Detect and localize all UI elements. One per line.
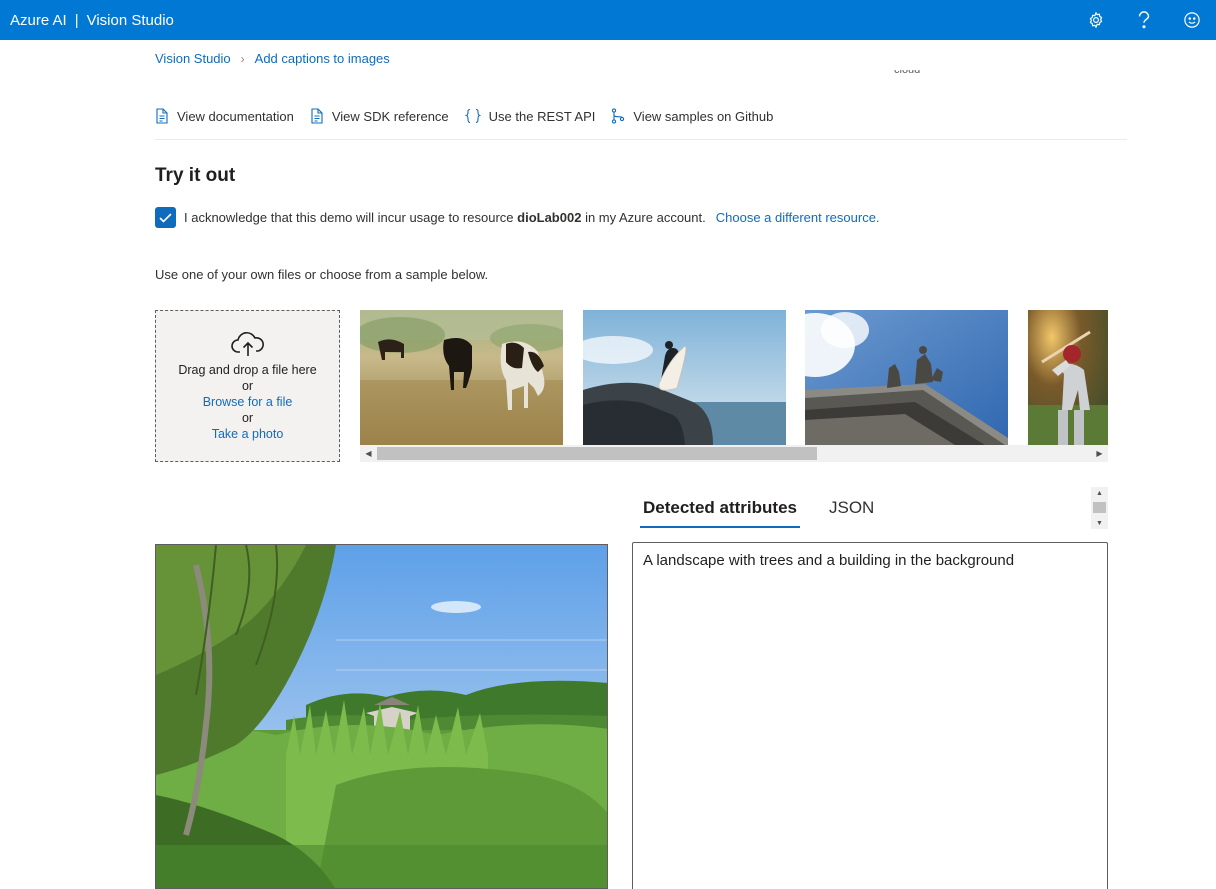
checkmark-icon (159, 212, 172, 223)
brand-name: Azure AI (10, 11, 67, 29)
take-photo-link[interactable]: Take a photo (212, 426, 284, 442)
cutoff-text: cloud (894, 70, 921, 76)
use-rest-api-link[interactable]: Use the REST API (464, 108, 596, 124)
scroll-up-icon[interactable]: ▲ (1091, 487, 1108, 499)
breadcrumb-current[interactable]: Add captions to images (255, 51, 390, 66)
browse-file-link[interactable]: Browse for a file (203, 394, 293, 410)
divider (155, 139, 1127, 140)
tab-json[interactable]: JSON (826, 496, 877, 528)
acknowledge-prefix: I acknowledge that this demo will incur … (184, 210, 514, 225)
sample-image-cows[interactable] (360, 310, 563, 445)
file-drop-zone[interactable]: Drag and drop a file here or Browse for … (155, 310, 340, 462)
help-icon[interactable] (1120, 0, 1168, 40)
settings-icon[interactable] (1072, 0, 1120, 40)
acknowledge-checkbox[interactable] (155, 207, 176, 228)
feedback-smiley-icon[interactable] (1168, 0, 1216, 40)
sample-gallery-scrollbar[interactable]: ◀ ▶ (360, 445, 1108, 462)
product-name: Vision Studio (86, 11, 174, 29)
cloud-upload-icon (230, 332, 264, 356)
brand-separator: | (74, 11, 79, 29)
sample-image-building[interactable] (805, 310, 1008, 445)
or-text-2: or (241, 411, 254, 425)
view-documentation-link[interactable]: View documentation (155, 108, 294, 124)
section-title: Try it out (155, 165, 236, 186)
result-tabs: Detected attributes JSON (640, 496, 877, 528)
tabs-scrollbar[interactable]: ▲ ▼ (1091, 487, 1108, 529)
upload-hint: Use one of your own files or choose from… (155, 267, 489, 282)
or-text-1: or (241, 379, 254, 393)
scrollbar-thumb[interactable] (377, 447, 817, 460)
scrollbar-thumb[interactable] (1093, 502, 1106, 513)
breadcrumb-vision-studio[interactable]: Vision Studio (155, 51, 231, 66)
view-sdk-reference-label: View SDK reference (331, 108, 449, 124)
document-icon (156, 108, 168, 124)
acknowledge-row: I acknowledge that this demo will incur … (155, 207, 880, 228)
scroll-down-icon[interactable]: ▼ (1091, 517, 1108, 529)
view-sdk-reference-link[interactable]: View SDK reference (310, 108, 449, 124)
choose-resource-link[interactable]: Choose a different resource. (716, 210, 880, 225)
view-documentation-label: View documentation (177, 108, 294, 124)
sample-gallery (360, 310, 1108, 445)
brand[interactable]: Azure AI | Vision Studio (0, 12, 174, 29)
view-samples-github-link[interactable]: View samples on Github (611, 108, 773, 124)
resource-name: dioLab002 (517, 210, 582, 225)
drag-drop-text: Drag and drop a file here (178, 363, 317, 377)
acknowledge-suffix: in my Azure account. (585, 210, 706, 225)
chevron-right-icon: › (240, 51, 245, 66)
scroll-right-icon[interactable]: ▶ (1091, 445, 1108, 462)
app-header: Azure AI | Vision Studio (0, 0, 1216, 40)
breadcrumb: Vision Studio › Add captions to images (155, 51, 390, 66)
sample-image-baseball[interactable] (1028, 310, 1108, 445)
caption-result-panel: A landscape with trees and a building in… (632, 542, 1108, 889)
scroll-left-icon[interactable]: ◀ (360, 445, 377, 462)
analyzed-image (155, 544, 608, 889)
view-samples-github-label: View samples on Github (633, 108, 774, 124)
braces-icon (464, 108, 481, 124)
use-rest-api-label: Use the REST API (488, 108, 596, 124)
resource-links: View documentation View SDK reference Us… (155, 108, 773, 124)
branch-icon (612, 108, 625, 124)
document-icon (311, 108, 323, 124)
caption-text: A landscape with trees and a building in… (643, 552, 1015, 569)
tab-detected-attributes[interactable]: Detected attributes (640, 496, 800, 528)
sample-image-surfer[interactable] (583, 310, 786, 445)
